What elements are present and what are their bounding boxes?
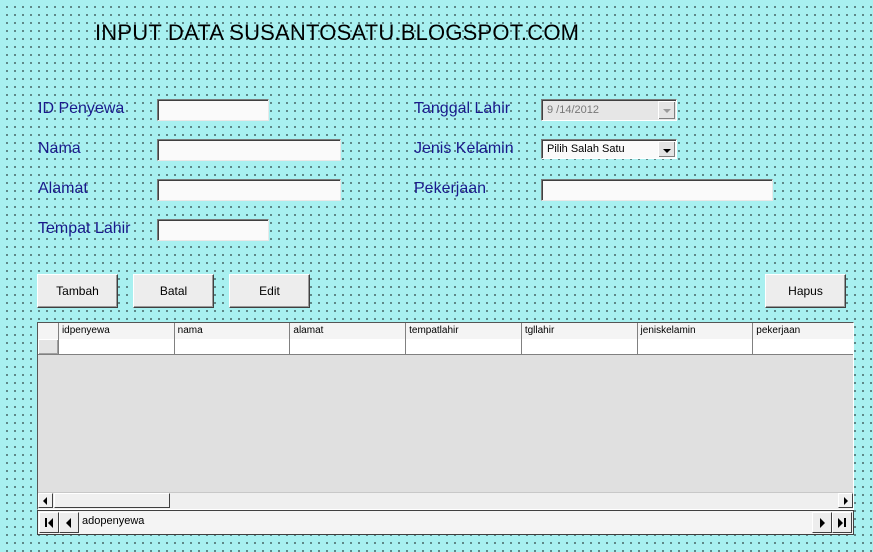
grid-cell[interactable] [638, 339, 754, 354]
table-row[interactable] [38, 339, 853, 355]
grid-column-header[interactable]: tgllahir [522, 323, 638, 339]
move-next-icon [820, 518, 825, 528]
grid-cell[interactable] [59, 339, 175, 354]
move-previous-icon [66, 518, 71, 528]
nama-input[interactable] [157, 139, 341, 161]
jenis-kelamin-value: Pilih Salah Satu [547, 143, 625, 155]
chevron-down-icon[interactable] [658, 101, 675, 119]
scroll-right-icon[interactable] [838, 493, 853, 508]
move-next-button[interactable] [812, 512, 832, 533]
label-tempat-lahir: Tempat Lahir [38, 220, 131, 237]
alamat-input[interactable] [157, 179, 341, 201]
label-pekerjaan: Pekerjaan [414, 180, 487, 197]
ado-data-control: adopenyewa [37, 510, 854, 535]
move-first-button[interactable] [39, 512, 59, 533]
form-title: INPUT DATA SUSANTOSATU.BLOGSPOT.COM [95, 20, 580, 45]
move-first-icon [48, 518, 53, 528]
scroll-left-icon[interactable] [38, 493, 53, 508]
horizontal-scrollbar[interactable] [38, 492, 853, 509]
grid-corner [38, 323, 59, 339]
label-nama: Nama [38, 140, 81, 157]
label-id-penyewa: ID Penyewa [38, 100, 125, 117]
last-bar-icon [844, 518, 846, 527]
label-jenis-kelamin: Jenis Kelamin [414, 140, 514, 157]
grid-column-header[interactable]: pekerjaan [753, 323, 853, 339]
edit-button[interactable]: Edit [229, 274, 310, 308]
chevron-down-icon[interactable] [658, 141, 675, 157]
row-selector[interactable] [38, 339, 59, 354]
grid-column-header[interactable]: alamat [290, 323, 407, 339]
grid-cell[interactable] [175, 339, 291, 354]
label-tanggal-lahir: Tanggal Lahir [414, 100, 511, 117]
grid-cell[interactable] [290, 339, 407, 354]
tanggal-lahir-datepicker[interactable]: 9 /14/2012 [541, 99, 677, 121]
move-last-icon [838, 518, 843, 528]
label-alamat: Alamat [38, 180, 88, 197]
pekerjaan-input[interactable] [541, 179, 773, 201]
tambah-button[interactable]: Tambah [37, 274, 118, 308]
grid-column-header[interactable]: idpenyewa [59, 323, 175, 339]
move-last-button[interactable] [832, 512, 852, 533]
grid-cell[interactable] [522, 339, 638, 354]
jenis-kelamin-select[interactable]: Pilih Salah Satu [541, 139, 677, 159]
grid-column-header[interactable]: tempatlahir [406, 323, 522, 339]
move-previous-button[interactable] [59, 512, 79, 533]
grid-column-header[interactable]: jeniskelamin [638, 323, 754, 339]
scroll-thumb[interactable] [54, 493, 170, 508]
tanggal-lahir-value: 9 /14/2012 [547, 104, 599, 116]
batal-button[interactable]: Batal [133, 274, 214, 308]
hapus-button[interactable]: Hapus [765, 274, 846, 308]
grid-cell[interactable] [753, 339, 853, 354]
data-grid[interactable]: idpenyewa nama alamat tempatlahir tgllah… [37, 322, 854, 510]
first-bar-icon [45, 518, 47, 527]
id-penyewa-input[interactable] [157, 99, 269, 121]
grid-cell[interactable] [406, 339, 522, 354]
grid-column-header[interactable]: nama [175, 323, 291, 339]
tempat-lahir-input[interactable] [157, 219, 269, 241]
ado-caption: adopenyewa [82, 515, 145, 527]
grid-header: idpenyewa nama alamat tempatlahir tgllah… [38, 323, 853, 340]
